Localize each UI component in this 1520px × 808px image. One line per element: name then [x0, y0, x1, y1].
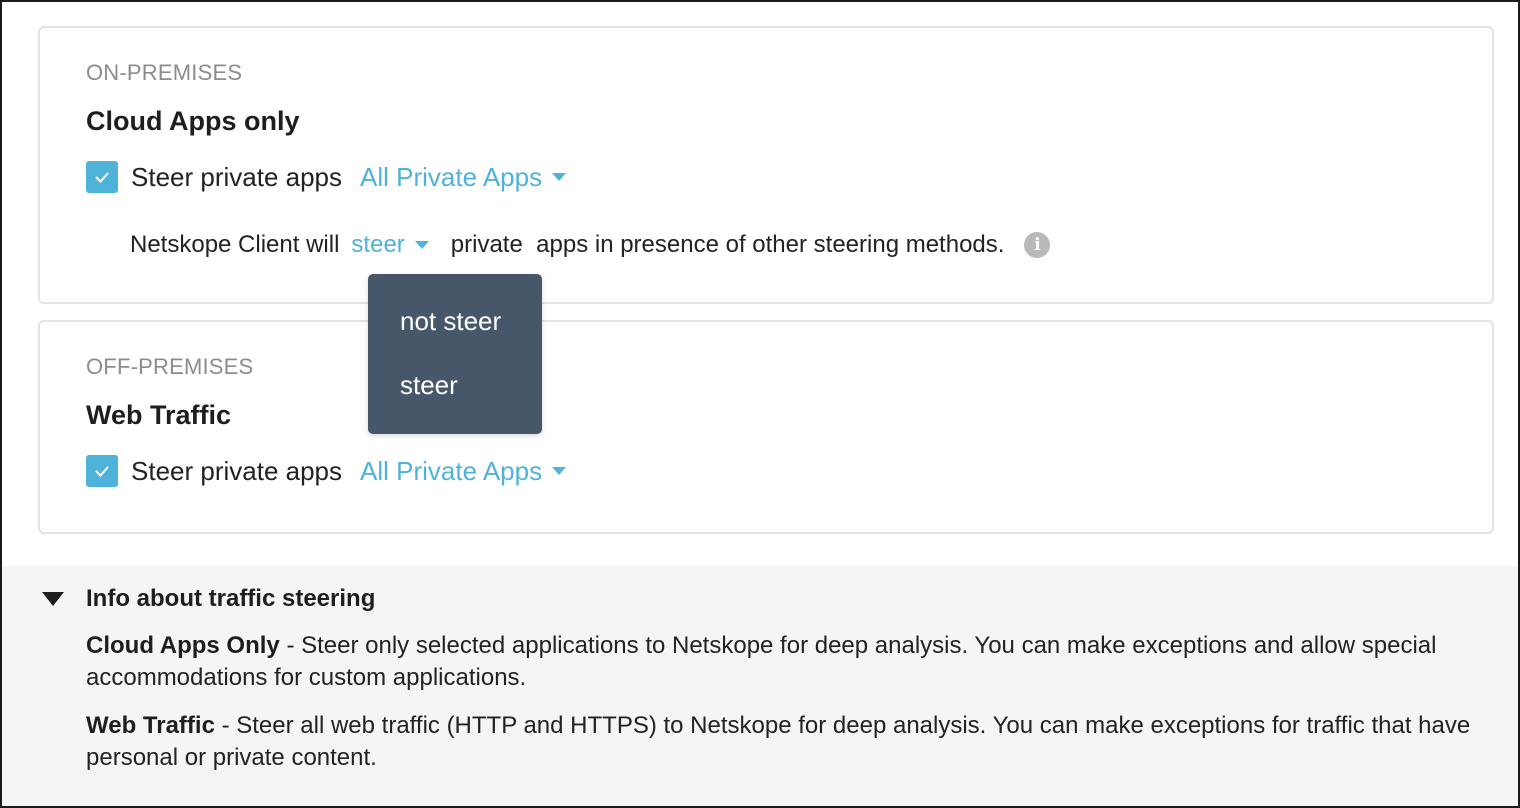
info-term: Cloud Apps Only	[86, 632, 280, 659]
info-toggle-label: Info about traffic steering	[86, 585, 376, 612]
on-premises-label: ON-PREMISES	[86, 60, 243, 85]
check-icon	[95, 466, 109, 477]
off-premises-steer-checkbox[interactable]	[86, 455, 118, 487]
caret-down-icon	[552, 467, 567, 475]
menu-item-not-steer[interactable]: not steer	[400, 306, 501, 337]
off-premises-steer-label: Steer private apps	[131, 455, 343, 486]
client-steer-sentence: Netskope Client will steer private apps …	[130, 228, 1051, 262]
on-premises-steer-checkbox[interactable]	[86, 161, 118, 193]
client-steer-dropdown[interactable]: steer	[351, 231, 429, 259]
off-premises-title: Web Traffic	[86, 400, 232, 430]
info-toggle[interactable]: Info about traffic steering	[42, 584, 375, 614]
off-premises-apps-dropdown-value: All Private Apps	[360, 455, 543, 486]
on-premises-steer-row: Steer private apps All Private Apps	[86, 160, 567, 194]
caret-down-icon	[414, 241, 429, 249]
client-steer-dropdown-value: steer	[351, 231, 405, 258]
info-panel: Info about traffic steering Cloud Apps O…	[2, 566, 1518, 806]
on-premises-title: Cloud Apps only	[86, 106, 300, 136]
info-desc: - Steer all web traffic (HTTP and HTTPS)…	[86, 712, 1471, 771]
off-premises-label: OFF-PREMISES	[86, 354, 254, 379]
off-premises-card: OFF-PREMISES Web Traffic Steer private a…	[38, 320, 1494, 534]
steer-options-menu: not steer steer	[368, 274, 542, 434]
info-item-web-traffic: Web Traffic - Steer all web traffic (HTT…	[86, 710, 1496, 774]
info-term: Web Traffic	[86, 712, 215, 739]
client-sentence-suffix: private apps in presence of other steeri…	[450, 231, 1005, 258]
info-desc: - Steer only selected applications to Ne…	[86, 632, 1437, 691]
on-premises-steer-label: Steer private apps	[131, 161, 343, 192]
caret-down-icon	[552, 173, 567, 181]
menu-item-steer[interactable]: steer	[400, 370, 458, 401]
off-premises-apps-dropdown[interactable]: All Private Apps	[360, 455, 567, 487]
off-premises-steer-row: Steer private apps All Private Apps	[86, 454, 567, 488]
check-icon	[95, 172, 109, 183]
info-item-cloud-apps: Cloud Apps Only - Steer only selected ap…	[86, 630, 1496, 694]
client-sentence-prefix: Netskope Client will	[130, 231, 340, 258]
on-premises-apps-dropdown-value: All Private Apps	[360, 161, 543, 192]
info-icon[interactable]: i	[1024, 232, 1051, 258]
on-premises-apps-dropdown[interactable]: All Private Apps	[360, 161, 567, 193]
triangle-down-icon	[42, 592, 64, 606]
on-premises-card: ON-PREMISES Cloud Apps only Steer privat…	[38, 26, 1494, 304]
